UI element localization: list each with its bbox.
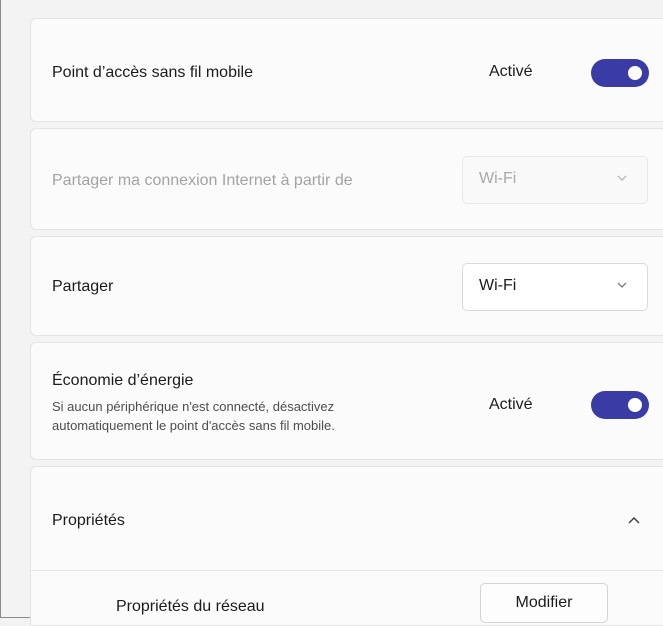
power-saving-status: Activé [489, 396, 533, 413]
power-saving-toggle[interactable] [591, 391, 649, 419]
chevron-up-icon[interactable] [626, 513, 642, 529]
hotspot-label: Point d’accès sans fil mobile [52, 64, 253, 81]
share-from-value: Wi-Fi [479, 170, 517, 187]
share-over-dropdown[interactable]: Wi-Fi [462, 263, 648, 311]
power-saving-title: Économie d’énergie [52, 372, 194, 389]
settings-window: Point d’accès sans fil mobile Activé Par… [0, 0, 663, 626]
network-properties-label: Propriétés du réseau [116, 598, 265, 615]
share-from-dropdown[interactable]: Wi-Fi [462, 156, 648, 204]
power-saving-description-line2: automatiquement le point d'accès sans fi… [52, 418, 335, 433]
edit-button[interactable]: Modifier [480, 583, 608, 623]
share-over-card: Partager Wi-Fi [30, 236, 663, 336]
hotspot-status: Activé [489, 63, 533, 80]
power-saving-description-line1: Si aucun périphérique n'est connecté, dé… [52, 399, 335, 414]
share-over-value: Wi-Fi [479, 277, 517, 294]
share-from-label: Partager ma connexion Internet à partir … [52, 172, 353, 189]
chevron-down-icon [617, 282, 627, 288]
share-over-label: Partager [52, 278, 114, 295]
divider [31, 570, 663, 571]
hotspot-card: Point d’accès sans fil mobile Activé [30, 18, 663, 122]
toggle-knob [628, 66, 642, 80]
properties-header[interactable]: Propriétés [31, 467, 663, 570]
hotspot-toggle[interactable] [591, 59, 649, 87]
toggle-knob [628, 398, 642, 412]
power-saving-card: Économie d’énergie Si aucun périphérique… [30, 342, 663, 460]
properties-card: Propriétés Propriétés du réseau Modifier [30, 466, 663, 626]
chevron-down-icon [617, 175, 627, 181]
properties-title: Propriétés [52, 512, 125, 529]
share-from-card: Partager ma connexion Internet à partir … [30, 128, 663, 230]
